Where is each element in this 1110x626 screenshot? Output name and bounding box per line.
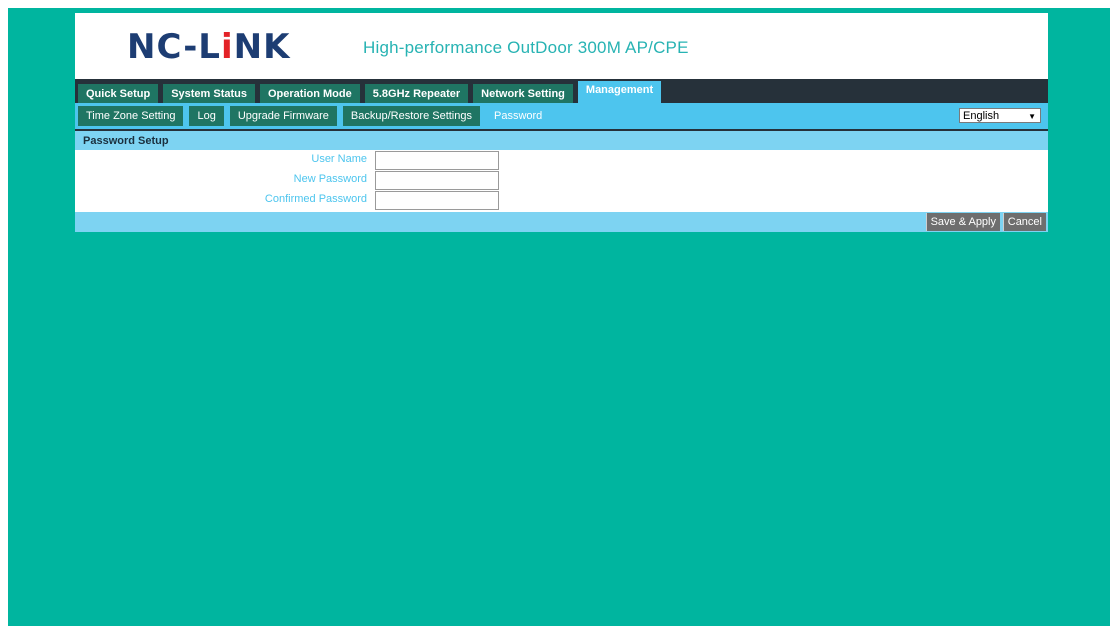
subtab-upgrade-firmware[interactable]: Upgrade Firmware (229, 106, 337, 126)
tab-operation-mode[interactable]: Operation Mode (260, 84, 360, 103)
tab-management[interactable]: Management (577, 81, 662, 103)
language-selected-value: English (963, 110, 1000, 122)
subtab-time-zone-setting[interactable]: Time Zone Setting (78, 106, 184, 126)
tab-system-status[interactable]: System Status (163, 84, 255, 103)
new-password-label: New Password (293, 173, 367, 185)
logo-suffix: NK (233, 27, 291, 67)
sub-nav: Time Zone Setting Log Upgrade Firmware B… (75, 103, 1048, 131)
subtab-log[interactable]: Log (189, 106, 224, 126)
nc-link-logo: NC-LiNK (127, 27, 290, 67)
user-name-input[interactable] (375, 151, 499, 170)
user-name-label: User Name (311, 153, 367, 165)
language-select[interactable]: English ▼ (959, 108, 1041, 123)
confirmed-password-input[interactable] (375, 191, 499, 210)
main-nav: Quick Setup System Status Operation Mode… (75, 79, 1048, 103)
save-apply-button[interactable]: Save & Apply (925, 213, 1000, 231)
router-admin-panel: NC-LiNK High-performance OutDoor 300M AP… (75, 13, 1048, 232)
subtab-backup-restore[interactable]: Backup/Restore Settings (342, 106, 480, 126)
form-row-confirmed-password: Confirmed Password (75, 191, 1048, 211)
logo-accent: i (220, 27, 234, 67)
form-row-new-password: New Password (75, 171, 1048, 191)
password-form: User Name New Password Confirmed Passwor… (75, 150, 1048, 212)
section-title: Password Setup (75, 131, 1048, 150)
logo-prefix: NC-L (127, 27, 221, 67)
product-tagline: High-performance OutDoor 300M AP/CPE (363, 38, 689, 57)
confirmed-password-label: Confirmed Password (264, 193, 367, 205)
subtab-password[interactable]: Password (486, 106, 550, 126)
action-bar: Save & Apply Cancel (75, 212, 1048, 232)
tab-quick-setup[interactable]: Quick Setup (78, 84, 159, 103)
tab-network-setting[interactable]: Network Setting (473, 84, 573, 103)
header: NC-LiNK High-performance OutDoor 300M AP… (75, 13, 1048, 79)
form-row-user-name: User Name (75, 151, 1048, 171)
new-password-input[interactable] (375, 171, 499, 190)
chevron-down-icon: ▼ (1028, 112, 1036, 121)
cancel-button[interactable]: Cancel (1002, 213, 1046, 231)
tab-5ghz-repeater[interactable]: 5.8GHz Repeater (364, 84, 469, 103)
